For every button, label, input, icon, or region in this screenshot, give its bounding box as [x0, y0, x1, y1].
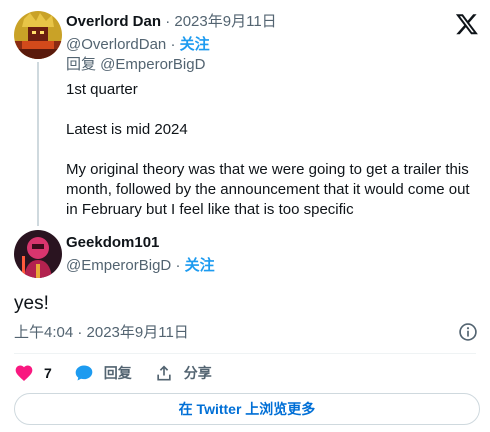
parent-author-name[interactable]: Overlord Dan: [66, 13, 161, 30]
thread-connector-line: [37, 62, 39, 226]
share-icon: [157, 365, 171, 381]
parent-date[interactable]: 2023年9月11日: [174, 13, 276, 30]
parent-handle[interactable]: @OverlordDan: [66, 36, 166, 53]
parent-tweet-paragraph: 1st quarter: [66, 81, 138, 98]
embedded-tweet-card: Overlord Dan · 2023年9月11日 @OverlordDan ·…: [0, 0, 490, 432]
share-button[interactable]: 分享: [154, 363, 212, 383]
heart-icon: [15, 365, 33, 381]
reply-button[interactable]: 回复: [74, 363, 132, 383]
like-button[interactable]: 7: [14, 363, 52, 383]
view-more-on-twitter-button[interactable]: 在 Twitter 上浏览更多: [14, 393, 480, 425]
main-handle[interactable]: @EmperorBigD: [66, 257, 171, 274]
main-tweet-text: yes!: [14, 293, 49, 314]
parent-handle-line: @OverlordDan · 关注: [66, 36, 210, 54]
avatar-overlord-dan[interactable]: [14, 11, 62, 59]
info-icon[interactable]: [458, 322, 478, 342]
like-count: 7: [44, 365, 52, 381]
reply-label: 回复: [103, 365, 132, 381]
reply-to-label[interactable]: 回复 @EmperorBigD: [66, 56, 205, 74]
parent-separator: ·: [165, 13, 171, 30]
main-tweet-header: Geekdom101: [66, 234, 159, 252]
avatar-geekdom101[interactable]: [14, 230, 62, 278]
divider: [14, 353, 476, 354]
parent-tweet-paragraph: My original theory was that we were goin…: [66, 161, 470, 218]
parent-follow-link[interactable]: 关注: [180, 36, 210, 53]
parent-tweet-paragraph: Latest is mid 2024: [66, 121, 188, 138]
x-logo-icon[interactable]: [455, 12, 479, 36]
tweet-actions-bar: 7 回复 分享: [14, 362, 234, 384]
reply-bubble-icon: [75, 365, 93, 381]
main-handle-separator: ·: [175, 257, 181, 274]
main-follow-link[interactable]: 关注: [185, 257, 215, 274]
main-tweet-timestamp[interactable]: 上午4:04 · 2023年9月11日: [14, 324, 189, 342]
parent-handle-separator: ·: [170, 36, 176, 53]
main-author-name[interactable]: Geekdom101: [66, 234, 159, 251]
parent-tweet-header: Overlord Dan · 2023年9月11日: [66, 13, 277, 31]
share-label: 分享: [183, 365, 212, 381]
main-handle-line: @EmperorBigD · 关注: [66, 257, 215, 275]
